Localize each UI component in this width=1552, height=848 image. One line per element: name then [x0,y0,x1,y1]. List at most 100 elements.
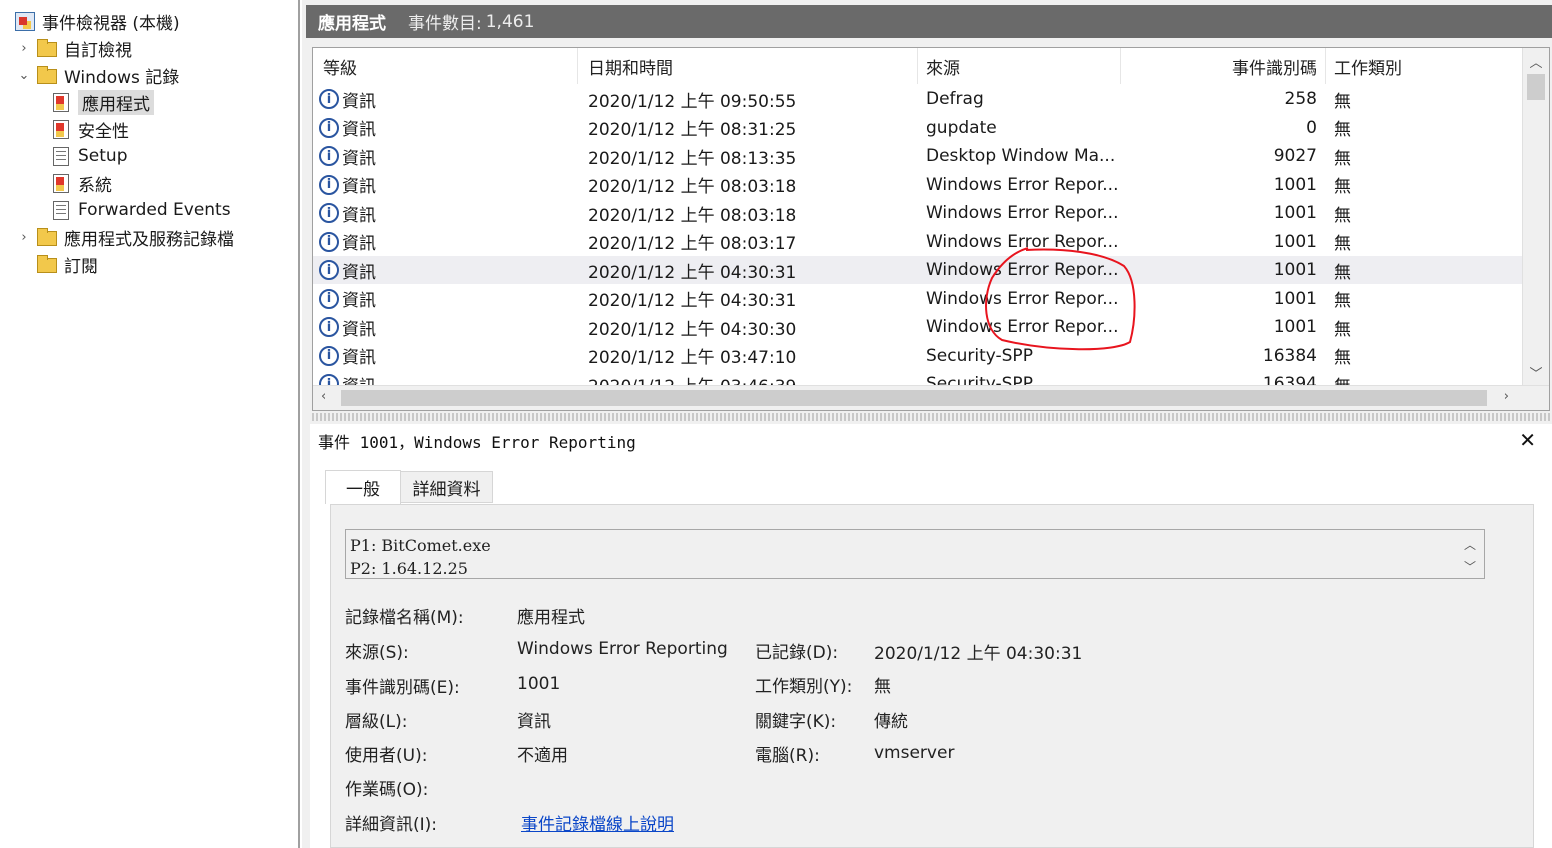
info-icon: i [319,203,339,223]
cell-text: 16384 [1262,345,1317,366]
cell-date: 2020/1/12 上午 04:30:31 [588,285,918,313]
cell-date: 2020/1/12 上午 08:03:18 [588,199,918,227]
cell-text: 資訊 [342,291,376,311]
tab-general[interactable]: 一般 [325,470,401,504]
tree-item-app-services[interactable]: › 應用程式及服務記錄檔 [16,224,234,250]
more-info-link[interactable]: 事件記錄檔線上說明 [521,810,674,835]
tree-item-system[interactable]: 系統 [46,170,112,196]
column-header-task[interactable]: 工作類別 [1326,48,1523,84]
tree-item-security[interactable]: 安全性 [46,116,129,142]
scroll-left-icon[interactable]: ‹ [321,389,326,404]
tree-root[interactable]: 事件檢視器 (本機) [0,8,180,34]
chevron-right-icon[interactable]: › [16,230,32,245]
cell-text: 1001 [1273,260,1317,280]
label-source: 來源(S): [345,643,409,663]
cell-id: 1001 [1121,171,1317,199]
info-icon: i [319,231,339,252]
vertical-scrollbar[interactable]: ︿ ﹀ [1522,48,1549,386]
table-row[interactable]: i 資訊 2020/1/12 上午 03:47:10 Security-SPP 1638… [313,342,1523,370]
cell-source: Windows Error Repor... [926,171,1121,199]
cell-source: Windows Error Repor... [926,256,1121,284]
table-row[interactable]: i 資訊 2020/1/12 上午 04:30:30 Windows Error Re… [313,313,1523,341]
table-row[interactable]: i 資訊 2020/1/12 上午 09:50:55 Defrag 258 無 [313,85,1523,113]
chevron-right-icon[interactable]: › [16,41,32,56]
cell-text: 資訊 [342,319,376,340]
value-event-id: 1001 [517,674,561,694]
event-description[interactable]: P1: BitComet.exe P2: 1.64.12.25 ︿ ﹀ [345,529,1485,579]
cell-text: 無 [1334,262,1351,283]
scroll-thumb[interactable] [1527,74,1545,100]
label-keywords: 關鍵字(K): [755,712,837,732]
tree-item-forwarded-events[interactable]: Forwarded Events [46,197,231,223]
table-row[interactable]: i 資訊 2020/1/12 上午 08:13:35 Desktop Window M… [313,142,1523,170]
cell-text: 258 [1284,89,1317,109]
tab-details[interactable]: 詳細資料 [401,471,493,503]
cell-task: 無 [1334,342,1514,370]
cell-id: 1001 [1121,285,1317,313]
chevron-down-icon[interactable]: ﹀ [1464,556,1476,579]
table-row[interactable]: i 資訊 2020/1/12 上午 04:30:31 Windows Error Re… [313,285,1523,313]
cell-text: 1001 [1273,288,1317,309]
log-title: 應用程式 [318,14,386,34]
chevron-down-icon[interactable]: ⌄ [16,68,32,83]
description-line: P2: 1.64.12.25 [350,559,468,578]
tree-item-application[interactable]: 應用程式 [46,89,154,115]
cell-source: Windows Error Repor... [926,228,1121,256]
table-row[interactable]: i 資訊 2020/1/12 上午 08:03:17 Windows Error Re… [313,228,1523,256]
cell-text: 資訊 [342,348,376,368]
cell-id: 258 [1121,85,1317,113]
scroll-right-icon[interactable]: › [1504,389,1509,404]
column-header-source[interactable]: 來源 [918,48,1121,84]
label-event-id: 事件識別碼(E): [345,678,460,698]
cell-id: 0 [1121,114,1317,142]
event-list[interactable]: 等級 日期和時間 來源 事件識別碼 工作類別 i 資訊 2020/1/12 上午 0… [312,47,1550,411]
event-detail-pane: 事件 1001，Windows Error Reporting ✕ 一般 詳細資… [310,424,1552,848]
cell-task: 無 [1334,171,1514,199]
close-icon[interactable]: ✕ [1519,428,1536,452]
table-row[interactable]: i 資訊 2020/1/12 上午 04:30:31 Windows Error Re… [313,256,1523,284]
folder-icon [36,38,58,58]
cell-date: 2020/1/12 上午 08:31:25 [588,114,918,142]
value-level: 資訊 [517,712,551,732]
event-count: 1,461 [485,11,535,32]
column-header-event-id[interactable]: 事件識別碼 [1121,48,1326,84]
label-more-info: 詳細資訊(I): [345,815,438,835]
cell-text: 0 [1306,117,1317,138]
cell-id: 9027 [1121,142,1317,170]
cell-text: 9027 [1273,146,1317,166]
pane-splitter[interactable] [312,413,1552,421]
tree-item-subscriptions[interactable]: 訂閱 [16,251,98,277]
label-user: 使用者(U): [345,746,428,766]
table-row[interactable]: i 資訊 2020/1/12 上午 08:03:18 Windows Error Re… [313,171,1523,199]
cell-text: 2020/1/12 上午 08:03:17 [588,234,797,254]
info-icon: i [319,117,339,138]
table-row[interactable]: i 資訊 2020/1/12 上午 08:03:18 Windows Error Re… [313,199,1523,227]
cell-text: 1001 [1273,203,1317,223]
log-icon [50,119,72,139]
column-header-level[interactable]: 等級 [313,48,578,84]
event-viewer-icon [14,11,36,31]
cell-id: 1001 [1121,256,1317,284]
cell-text: 資訊 [342,205,376,226]
label-level: 層級(L): [345,712,408,732]
tree-item-windows-logs[interactable]: ⌄ Windows 記錄 [16,62,179,88]
scroll-down-icon[interactable]: ﹀ [1523,363,1549,382]
table-row[interactable]: i 資訊 2020/1/12 上午 08:31:25 gupdate 0 無 [313,114,1523,142]
scroll-up-icon[interactable]: ︿ [1523,52,1549,71]
tree-item-setup[interactable]: Setup [46,143,127,169]
cell-task: 無 [1334,256,1514,284]
cell-text: 無 [1334,148,1351,169]
tree-item-custom-views[interactable]: › 自訂檢視 [16,35,132,61]
horizontal-scrollbar[interactable]: ‹ › [313,385,1549,410]
value-keywords: 傳統 [874,712,908,732]
cell-id: 16384 [1121,342,1317,370]
scroll-thumb-horizontal[interactable] [341,390,1487,406]
cell-text: 無 [1334,177,1351,197]
cell-level: i資訊 [319,199,574,227]
cell-source: Defrag [926,85,1121,113]
label-task: 工作類別(Y): [755,677,853,697]
cell-text: Windows Error Repor... [926,260,1119,280]
cell-text: 2020/1/12 上午 03:47:10 [588,348,797,368]
chevron-up-icon[interactable]: ︿ [1464,534,1476,557]
column-header-datetime[interactable]: 日期和時間 [578,48,918,84]
